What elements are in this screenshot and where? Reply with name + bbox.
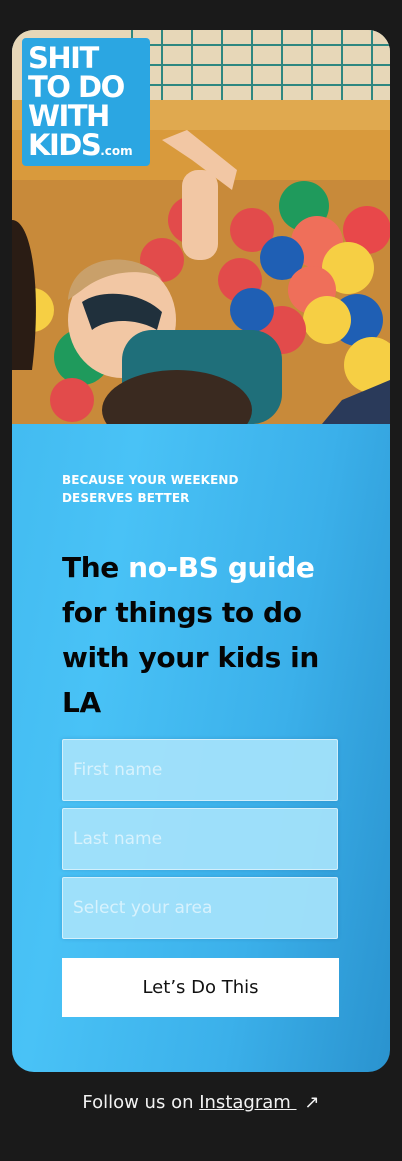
- footer-prefix: Follow us on: [82, 1092, 200, 1113]
- logo-line-3: WITH: [28, 99, 110, 133]
- eyebrow-line-1: BECAUSE YOUR WEEKEND: [62, 473, 239, 487]
- arrow-up-right-icon[interactable]: ↗: [305, 1092, 320, 1113]
- headline-pre: The: [62, 551, 129, 584]
- area-select[interactable]: Select your area: [62, 877, 338, 939]
- logo-line-2: TO DO: [28, 70, 125, 104]
- last-name-placeholder: Last name: [73, 829, 163, 849]
- logo-line-4: KIDS.com: [28, 131, 144, 166]
- submit-button[interactable]: Let’s Do This: [62, 958, 339, 1017]
- last-name-field[interactable]: Last name: [62, 808, 338, 870]
- instagram-link[interactable]: Instagram: [199, 1092, 296, 1113]
- first-name-field[interactable]: First name: [62, 739, 338, 801]
- signup-card: SHIT TO DO WITH KIDS.com BECAUSE YOUR WE…: [12, 30, 390, 1072]
- site-logo[interactable]: SHIT TO DO WITH KIDS.com: [22, 38, 150, 166]
- eyebrow-line-2: DESERVES BETTER: [62, 491, 190, 505]
- logo-line-4-text: KIDS: [28, 128, 102, 162]
- footer: Follow us on Instagram ↗: [0, 1092, 402, 1113]
- page-title: The no-BS guide for things to do with yo…: [62, 545, 362, 725]
- headline-accent: no-BS guide: [128, 551, 315, 584]
- area-placeholder: Select your area: [73, 898, 213, 918]
- eyebrow-text: BECAUSE YOUR WEEKEND DESERVES BETTER: [62, 471, 362, 507]
- logo-line-1: SHIT: [28, 41, 99, 75]
- hero-content: BECAUSE YOUR WEEKEND DESERVES BETTER The…: [62, 471, 362, 725]
- headline-post: for things to do with your kids in LA: [62, 596, 319, 719]
- first-name-placeholder: First name: [73, 760, 163, 780]
- hero-photo: SHIT TO DO WITH KIDS.com: [12, 30, 390, 424]
- logo-suffix: .com: [100, 144, 133, 158]
